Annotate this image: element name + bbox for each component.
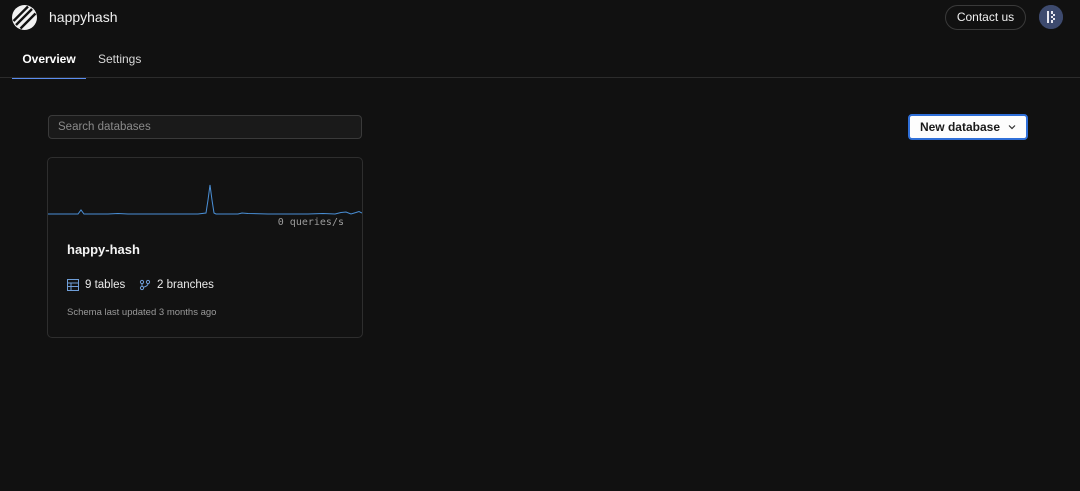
database-name[interactable]: happy-hash [67,242,140,257]
queries-per-second: 0 queries/s [277,217,344,228]
user-avatar-icon[interactable] [1039,5,1063,29]
branches-count: 2 branches [139,279,214,291]
top-bar: happyhash Contact us [0,0,1080,36]
tables-count-label: 9 tables [85,279,126,291]
planetscale-logo-icon[interactable] [12,5,37,30]
table-icon [67,279,79,291]
tab-settings[interactable]: Settings [98,36,141,78]
chevron-down-icon [1008,125,1016,130]
tables-count: 9 tables [67,279,125,291]
schema-updated-text: Schema last updated 3 months ago [67,307,217,318]
database-card[interactable]: 0 queries/s happy-hash 9 tables 2 branch… [47,157,363,338]
org-name[interactable]: happyhash [49,9,118,25]
new-database-button[interactable]: New database [908,114,1028,140]
contact-us-button[interactable]: Contact us [945,5,1026,30]
branch-icon [139,279,151,291]
new-database-label: New database [919,120,1001,134]
branches-count-label: 2 branches [157,279,214,291]
tab-overview[interactable]: Overview [12,36,86,79]
search-databases-input[interactable] [48,115,362,139]
tab-bar: Overview Settings [0,36,1080,79]
